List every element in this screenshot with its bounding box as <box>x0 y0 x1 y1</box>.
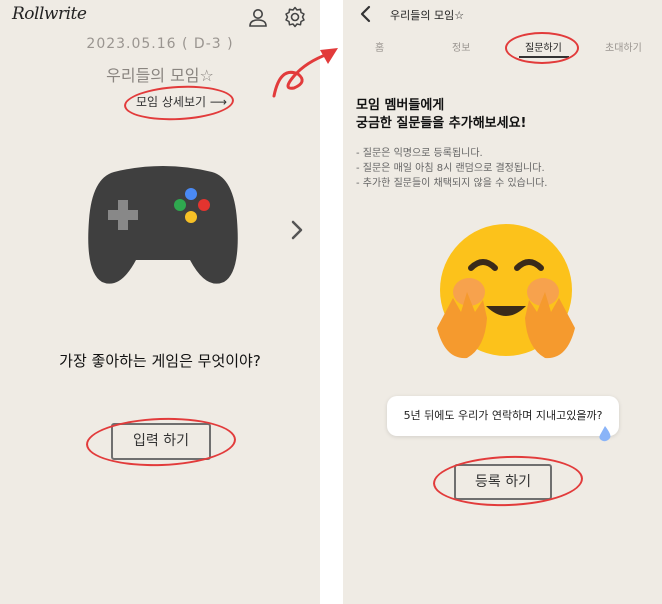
tab-invite[interactable]: 초대하기 <box>605 39 642 54</box>
highlight-ellipse <box>432 453 584 509</box>
notice-list: - 질문은 익명으로 등록됩니다. - 질문은 매일 아침 8시 랜덤으로 결정… <box>356 146 547 191</box>
gamepad-icon <box>84 160 242 290</box>
tab-info[interactable]: 정보 <box>452 39 470 54</box>
highlight-ellipse <box>85 415 237 469</box>
chevron-left-icon[interactable] <box>359 5 373 23</box>
highlight-ellipse <box>505 32 579 64</box>
page-heading: 모임 멤버들에게 궁금한 질문들을 추가해보세요! <box>356 97 526 133</box>
drop-icon <box>598 426 612 442</box>
flow-arrow-icon <box>268 40 340 104</box>
screen-title: 우리들의 모임☆ <box>390 9 465 22</box>
notice-item: - 추가한 질문들이 채택되지 않을 수 있습니다. <box>356 178 548 189</box>
today-question: 가장 좋아하는 게임은 무엇이야? <box>59 352 261 370</box>
heading-line: 궁금한 질문들을 추가해보세요! <box>356 116 527 131</box>
heading-line: 모임 멤버들에게 <box>356 98 445 113</box>
question-screen: 우리들의 모임☆ 홈 정보 질문하기 초대하기 모임 멤버들에게 궁금한 질문들… <box>343 0 662 604</box>
question-input[interactable]: 5년 뒤에도 우리가 연락하며 지내고있을까? <box>387 396 619 436</box>
notice-item: - 질문은 매일 아침 8시 랜덤으로 결정됩니다. <box>356 163 545 174</box>
tab-bar: 홈 정보 질문하기 초대하기 <box>343 39 662 57</box>
gear-icon[interactable] <box>283 5 307 29</box>
chevron-right-icon[interactable] <box>288 218 306 242</box>
highlight-ellipse <box>123 83 235 123</box>
user-icon[interactable] <box>246 6 270 30</box>
app-logo: Rollwrite <box>12 4 87 24</box>
hugging-face-emoji <box>431 220 581 365</box>
tab-home[interactable]: 홈 <box>375 39 384 54</box>
notice-item: - 질문은 익명으로 등록됩니다. <box>356 148 483 159</box>
